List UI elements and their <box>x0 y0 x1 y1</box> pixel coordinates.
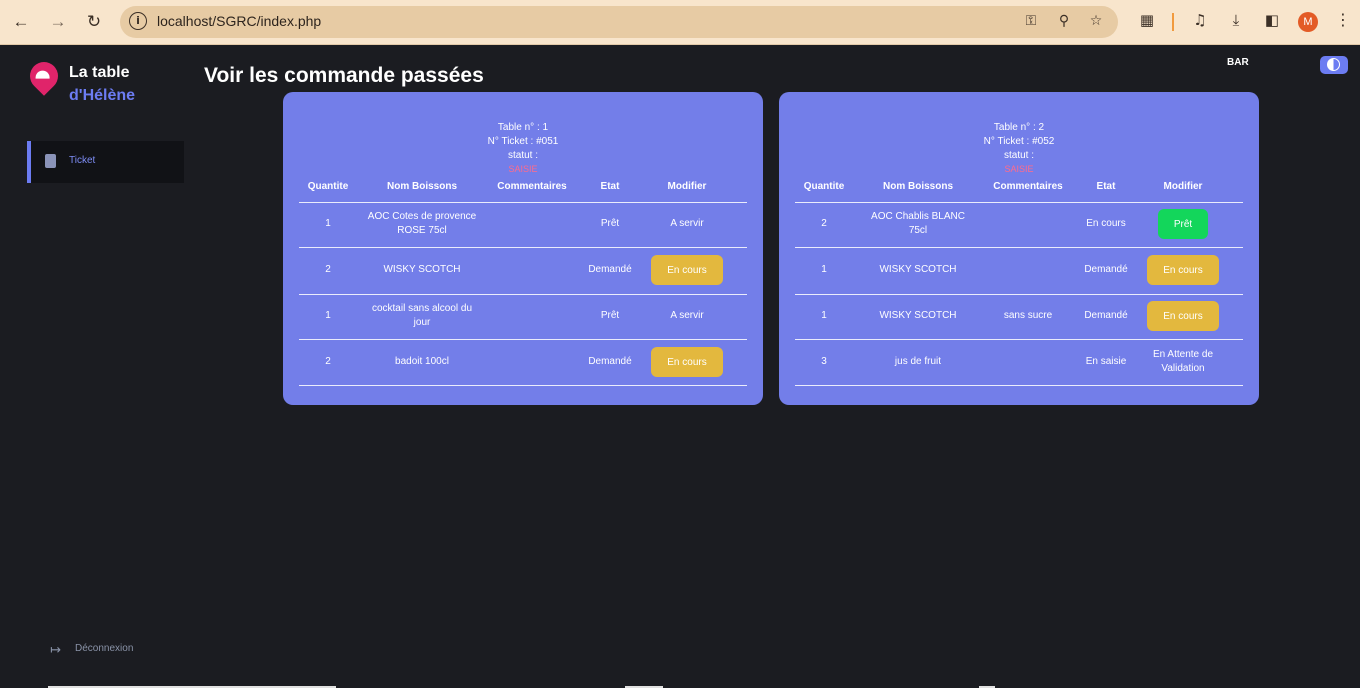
table-number: Table n° : 1 <box>497 122 549 133</box>
menu-icon[interactable]: ⋮ <box>1335 10 1351 29</box>
drink-name-cell: cocktail sans alcool du jour <box>371 303 473 328</box>
statut-value: SAISIE <box>508 164 538 174</box>
row-divider <box>795 339 1243 340</box>
in-progress-button[interactable]: En cours <box>651 347 723 377</box>
status-cell: Prêt <box>600 310 620 321</box>
status-cell: En cours <box>1086 218 1126 229</box>
column-header-modifier: Modifier <box>1163 181 1203 192</box>
drink-name-cell: AOC Chablis BLANC 75cl <box>871 211 965 236</box>
statut-value: SAISIE <box>1004 164 1034 174</box>
quantity-cell: 2 <box>821 218 827 229</box>
ticket-number: N° Ticket : #052 <box>983 136 1055 147</box>
in-progress-button[interactable]: En cours <box>651 255 723 285</box>
back-icon[interactable]: ← <box>8 9 34 35</box>
page-title: Voir les commande passées <box>204 64 484 87</box>
ready-button[interactable]: Prêt <box>1158 209 1208 239</box>
sidepanel-icon[interactable]: ◧ <box>1261 11 1283 33</box>
status-cell: Demandé <box>588 356 632 367</box>
quantity-cell: 2 <box>325 264 331 275</box>
forward-icon[interactable]: → <box>45 9 71 35</box>
drink-name-cell: badoit 100cl <box>395 356 449 367</box>
zoom-icon[interactable]: ⚲ <box>1054 13 1074 31</box>
url-text[interactable]: localhost/SGRC/index.php <box>157 13 321 29</box>
column-header-modifier: Modifier <box>667 181 707 192</box>
quantity-cell: 1 <box>821 310 827 321</box>
logo-pin-icon <box>24 56 64 96</box>
sidebar-item-ticket[interactable]: Ticket <box>27 141 184 183</box>
column-header-quantite: Quantite <box>307 181 349 192</box>
row-divider <box>795 247 1243 248</box>
status-cell: En saisie <box>1085 356 1127 367</box>
status-cell: Demandé <box>588 264 632 275</box>
star-icon[interactable]: ☆ <box>1086 13 1106 31</box>
address-bar[interactable]: i localhost/SGRC/index.php ⚿ ⚲ ☆ <box>120 6 1118 38</box>
row-divider <box>299 385 747 386</box>
row-divider <box>299 339 747 340</box>
drink-name-cell: WISKY SCOTCH <box>879 310 957 321</box>
row-divider <box>299 202 747 203</box>
in-progress-button[interactable]: En cours <box>1147 301 1219 331</box>
reload-icon[interactable]: ↻ <box>81 9 107 35</box>
drink-name-cell: WISKY SCOTCH <box>879 264 957 275</box>
column-header-etat: Etat <box>1096 181 1116 192</box>
profile-avatar[interactable]: M <box>1298 12 1318 32</box>
status-cell: Demandé <box>1084 264 1128 275</box>
quantity-cell: 1 <box>325 310 331 321</box>
logout-icon[interactable]: ↦ <box>50 643 61 658</box>
row-divider <box>299 294 747 295</box>
modifier-text: A servir <box>670 310 704 321</box>
contrast-icon <box>1327 58 1340 71</box>
ticket-card: Table n° : 2 N° Ticket : #052 statut : SAIS… <box>779 92 1259 405</box>
row-divider <box>795 202 1243 203</box>
drink-name-cell: jus de fruit <box>894 356 942 367</box>
column-header-etat: Etat <box>600 181 620 192</box>
brand-name-line1: La table <box>69 64 130 81</box>
media-icon[interactable]: ♫ <box>1189 11 1211 33</box>
info-icon[interactable]: i <box>129 12 147 30</box>
in-progress-button[interactable]: En cours <box>1147 255 1219 285</box>
quantity-cell: 1 <box>821 264 827 275</box>
column-header-commentaires: Commentaires <box>497 181 567 192</box>
column-header-commentaires: Commentaires <box>993 181 1063 192</box>
statut-label: statut : <box>507 150 538 161</box>
statut-label: statut : <box>1003 150 1034 161</box>
status-cell: Demandé <box>1084 310 1128 321</box>
table-number: Table n° : 2 <box>993 122 1045 133</box>
quantity-cell: 1 <box>325 218 331 229</box>
extensions-icon[interactable]: ▦ <box>1136 11 1158 33</box>
row-divider <box>795 385 1243 386</box>
modifier-text: A servir <box>670 218 704 229</box>
key-icon[interactable]: ⚿ <box>1021 13 1041 31</box>
logout-link[interactable]: Déconnexion <box>75 643 133 654</box>
brand-name-line2: d'Hélène <box>69 87 136 104</box>
status-cell: Prêt <box>600 218 620 229</box>
column-header-nom-boissons: Nom Boissons <box>386 181 458 192</box>
drink-name-cell: WISKY SCOTCH <box>383 264 461 275</box>
column-header-nom-boissons: Nom Boissons <box>882 181 954 192</box>
row-divider <box>299 247 747 248</box>
role-label: BAR <box>1227 57 1249 68</box>
drink-name-cell: AOC Cotes de provence ROSE 75cl <box>367 211 477 236</box>
sidebar-item-label: Ticket <box>69 155 96 166</box>
toolbar-separator <box>1172 13 1174 31</box>
theme-toggle[interactable] <box>1320 56 1348 74</box>
quantity-cell: 2 <box>325 356 331 367</box>
ticket-number: N° Ticket : #051 <box>487 136 559 147</box>
browser-toolbar: ← → ↻ i localhost/SGRC/index.php ⚿ ⚲ ☆ ▦… <box>0 0 1360 45</box>
download-icon[interactable]: ⤓ <box>1225 11 1247 33</box>
ticket-card: Table n° : 1 N° Ticket : #051 statut : SAIS… <box>283 92 763 405</box>
clipboard-icon <box>45 154 56 168</box>
modifier-text: En Attente de Validation <box>1152 349 1214 374</box>
comment-cell: sans sucre <box>1003 310 1053 321</box>
quantity-cell: 3 <box>821 356 827 367</box>
row-divider <box>795 294 1243 295</box>
column-header-quantite: Quantite <box>803 181 845 192</box>
